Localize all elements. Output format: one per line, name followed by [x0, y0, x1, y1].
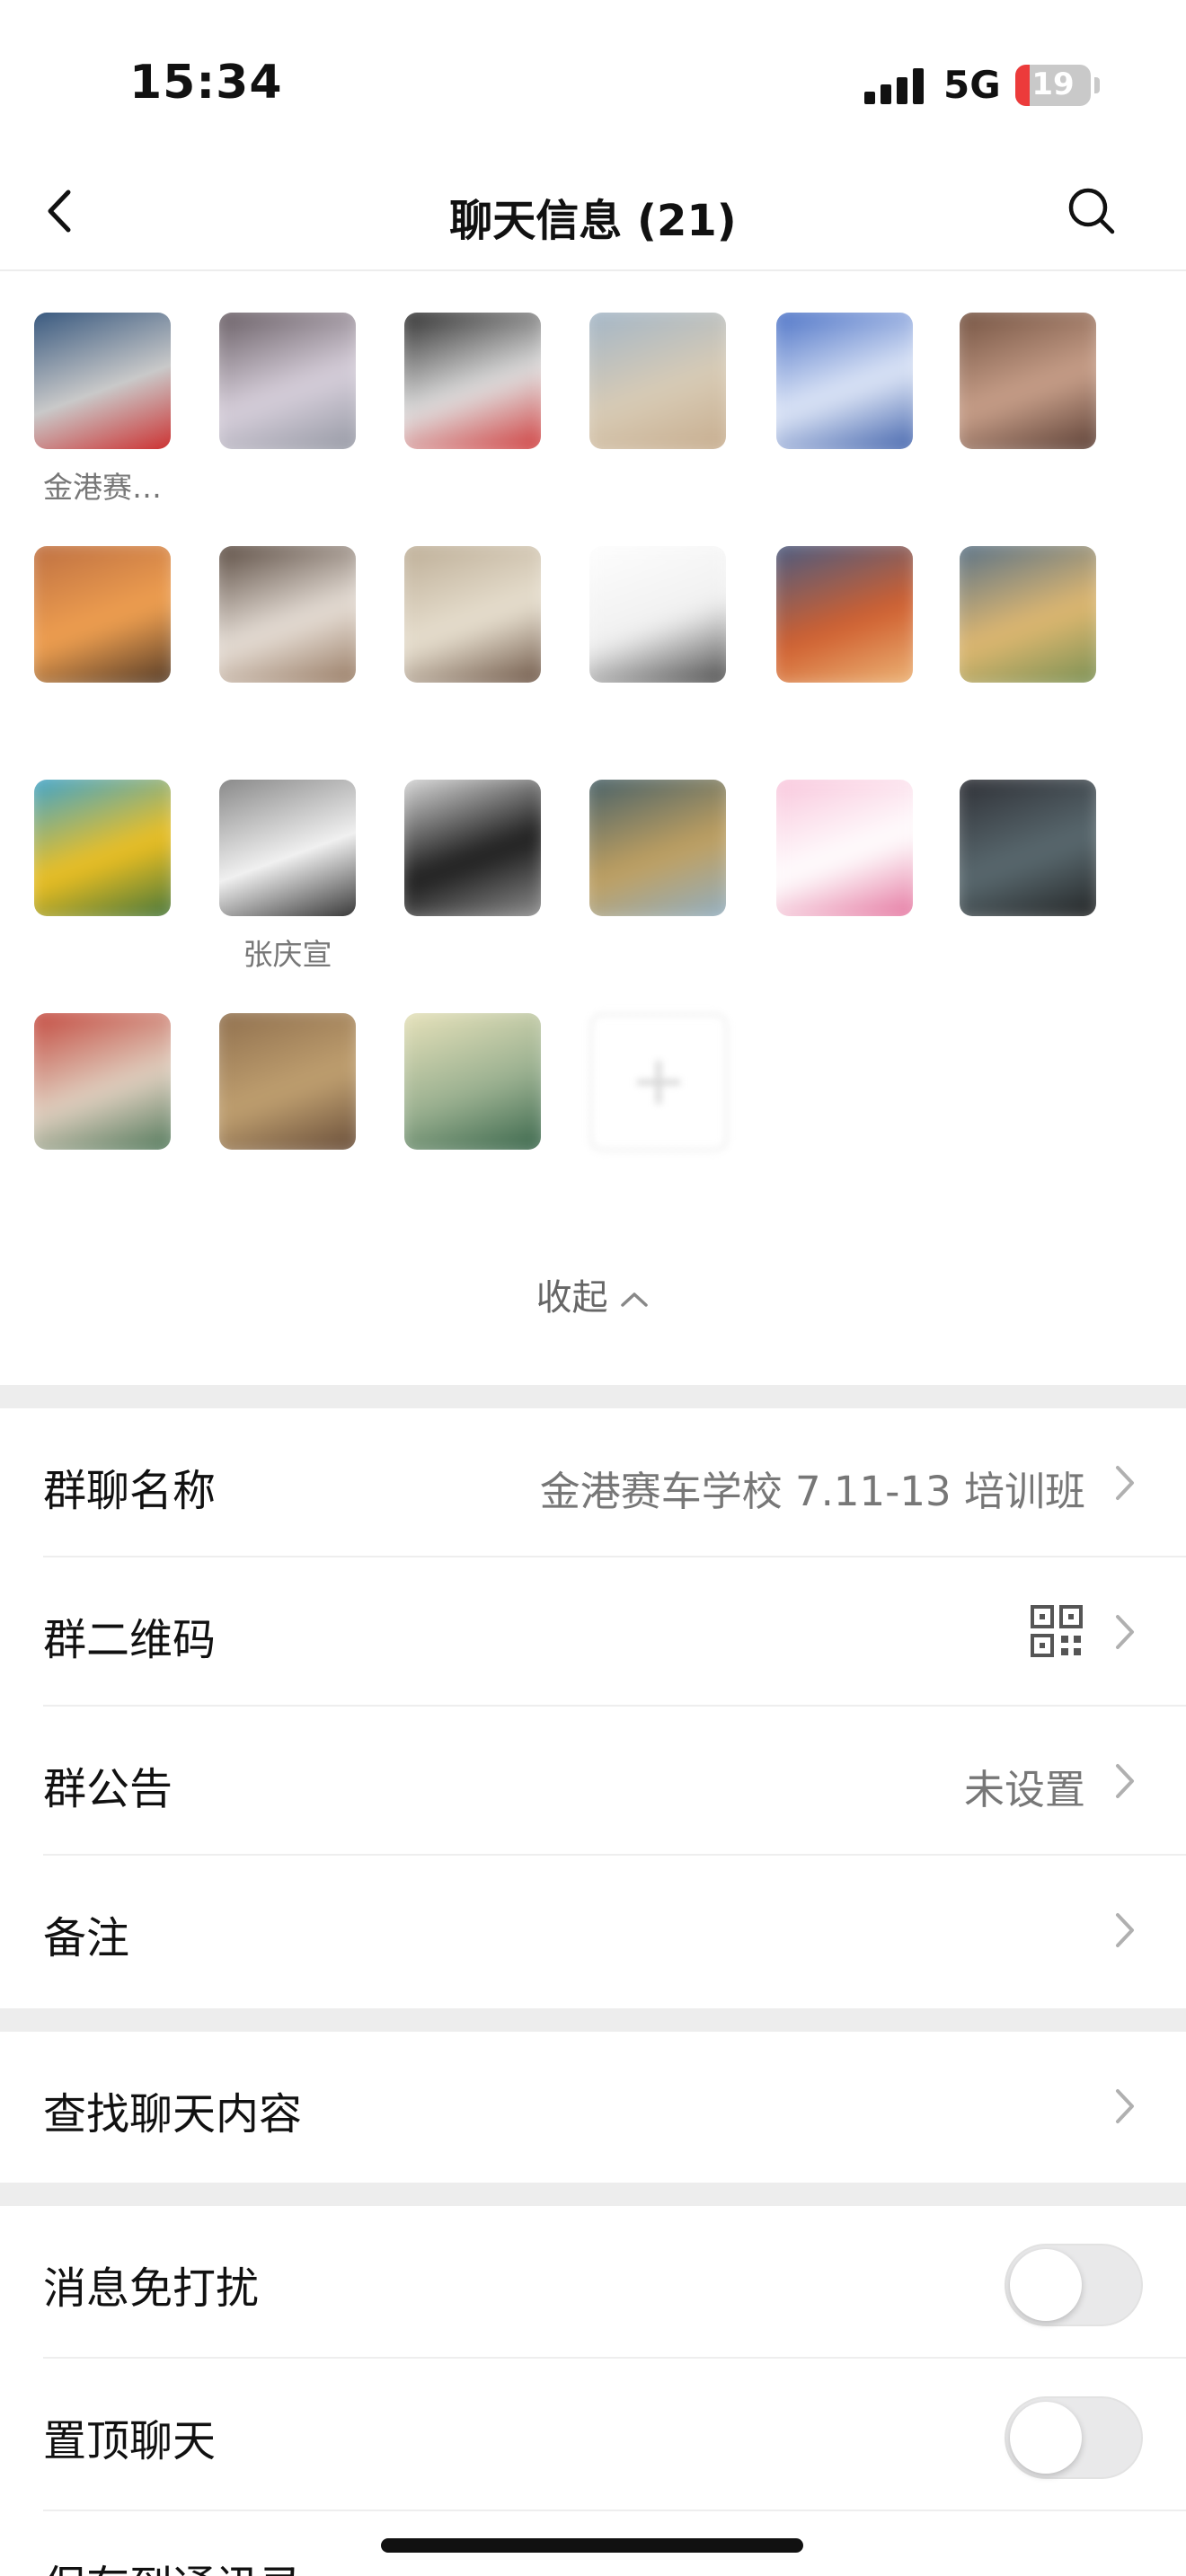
avatar — [404, 546, 541, 683]
status-time: 15:34 — [129, 56, 283, 110]
search-icon[interactable] — [1060, 180, 1123, 243]
avatar — [776, 313, 913, 449]
member-item[interactable]: 张庆宣 — [192, 738, 356, 972]
member-item[interactable] — [377, 972, 541, 1187]
save-contacts-label: 保存到通讯录 — [43, 2551, 302, 2576]
avatar — [34, 313, 171, 449]
page-title: 聊天信息 (21) — [449, 196, 737, 246]
member-item[interactable] — [749, 505, 913, 720]
qr-code-label: 群二维码 — [43, 1615, 217, 1665]
member-name: 张庆宣 — [243, 937, 332, 972]
member-item[interactable]: 金港赛… — [7, 271, 171, 505]
avatar — [404, 313, 541, 449]
avatar — [776, 546, 913, 683]
avatar — [960, 780, 1096, 916]
search-chat-label: 查找聊天内容 — [43, 2089, 303, 2139]
member-item[interactable] — [933, 505, 1096, 720]
nav-bar: 聊天信息 (21) — [0, 162, 1186, 271]
collapse-button[interactable]: 收起 — [0, 1268, 1186, 1320]
chevron-right-icon — [1116, 1466, 1134, 1500]
mute-label: 消息免打扰 — [43, 2263, 260, 2314]
plus-icon — [589, 1013, 728, 1151]
member-item[interactable] — [377, 738, 541, 954]
member-name: 金港赛… — [43, 470, 162, 505]
status-bar: 15:34 5G 19 — [0, 0, 1186, 162]
announcement-label: 群公告 — [43, 1764, 173, 1814]
member-item[interactable] — [749, 738, 913, 954]
chevron-right-icon — [1116, 1764, 1134, 1798]
avatar — [404, 780, 541, 916]
avatar — [404, 1013, 541, 1150]
member-item[interactable] — [7, 738, 171, 954]
battery-icon: 19 — [1015, 65, 1091, 106]
group-name-label: 群聊名称 — [43, 1466, 217, 1516]
remark-label: 备注 — [43, 1913, 130, 1963]
avatar — [776, 780, 913, 916]
avatar — [589, 313, 726, 449]
avatar — [34, 546, 171, 683]
avatar — [34, 780, 171, 916]
chevron-right-icon — [1116, 2089, 1134, 2123]
avatar — [589, 546, 726, 683]
pin-toggle[interactable] — [1005, 2396, 1143, 2479]
member-item[interactable] — [192, 505, 356, 720]
collapse-label: 收起 — [535, 1277, 608, 1319]
group-name-value: 金港赛车学校 7.11-13 培训班 — [539, 1468, 1085, 1515]
avatar — [960, 313, 1096, 449]
remark-row[interactable]: 备注 — [0, 1856, 1186, 2008]
member-item[interactable] — [192, 271, 356, 487]
avatar — [960, 546, 1096, 683]
avatar — [219, 546, 356, 683]
member-item[interactable] — [377, 271, 541, 487]
avatar — [219, 780, 356, 916]
member-item[interactable] — [933, 271, 1096, 487]
pin-label: 置顶聊天 — [43, 2416, 217, 2466]
announcement-value: 未设置 — [963, 1766, 1085, 1813]
qr-code-icon — [1031, 1605, 1083, 1657]
member-item[interactable] — [7, 972, 171, 1187]
battery-level: 19 — [1031, 66, 1075, 102]
network-type: 5G — [943, 63, 1001, 107]
avatar — [219, 313, 356, 449]
add-member-button[interactable] — [562, 972, 728, 1187]
avatar — [34, 1013, 171, 1150]
member-item[interactable] — [562, 271, 726, 487]
mute-toggle[interactable] — [1005, 2244, 1143, 2326]
signal-icon — [864, 68, 925, 104]
member-item[interactable] — [377, 505, 541, 720]
chevron-right-icon — [1116, 1615, 1134, 1649]
chevron-right-icon — [1116, 1913, 1134, 1947]
member-item[interactable] — [933, 738, 1096, 954]
group-name-row[interactable]: 群聊名称 金港赛车学校 7.11-13 培训班 — [0, 1408, 1186, 1557]
chevron-up-icon — [621, 1292, 649, 1307]
member-item[interactable] — [192, 972, 356, 1187]
member-item[interactable] — [562, 738, 726, 954]
member-item[interactable] — [562, 505, 726, 720]
member-grid: 收起 金港赛… 张庆宣 — [0, 271, 1186, 1385]
mute-row: 消息免打扰 — [0, 2206, 1186, 2359]
search-chat-row[interactable]: 查找聊天内容 — [0, 2032, 1186, 2183]
announcement-row[interactable]: 群公告 未设置 — [0, 1707, 1186, 1856]
home-indicator[interactable] — [381, 2538, 803, 2553]
avatar — [219, 1013, 356, 1150]
qr-code-row[interactable]: 群二维码 — [0, 1557, 1186, 1707]
member-item[interactable] — [7, 505, 171, 720]
member-item[interactable] — [749, 271, 913, 487]
avatar — [589, 780, 726, 916]
pin-row: 置顶聊天 — [0, 2359, 1186, 2511]
